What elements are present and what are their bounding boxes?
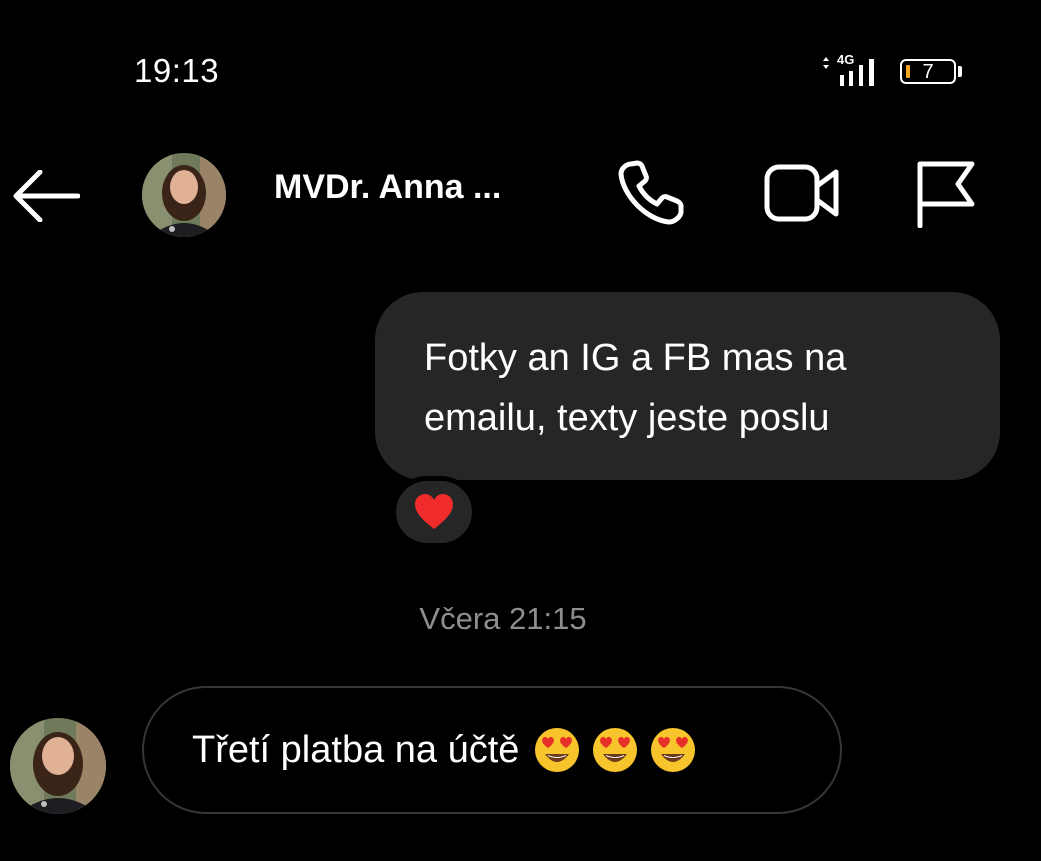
avatar-photo xyxy=(10,718,106,814)
heart-eyes-emoji-icon xyxy=(651,728,696,772)
incoming-message-text: Třetí platba na účtě xyxy=(192,728,520,771)
battery-cap xyxy=(958,66,962,77)
message-timestamp: Včera 21:15 xyxy=(419,601,587,636)
contact-name[interactable]: MVDr. Anna ... xyxy=(274,168,501,207)
status-time: 19:13 xyxy=(134,52,220,89)
heart-eyes-emoji-group xyxy=(523,726,697,774)
battery-icon: 7 xyxy=(900,59,956,84)
incoming-message-bubble[interactable]: Třetí platba na účtě xyxy=(142,686,842,814)
heart-icon xyxy=(415,494,453,529)
outgoing-message-line-2: emailu, texty jeste poslu xyxy=(424,397,830,439)
phone-icon[interactable] xyxy=(617,160,687,226)
video-camera-icon[interactable] xyxy=(764,162,840,224)
battery-percent: 7 xyxy=(922,61,934,83)
avatar-photo xyxy=(142,153,226,237)
heart-reaction-badge[interactable] xyxy=(391,476,477,548)
sender-avatar[interactable] xyxy=(10,718,106,814)
arrow-left-icon[interactable] xyxy=(12,170,80,222)
outgoing-message-line-1: Fotky an IG a FB mas na xyxy=(424,337,847,379)
heart-eyes-emoji-icon xyxy=(593,728,638,772)
signal-icon xyxy=(823,57,874,86)
outgoing-message-bubble[interactable]: Fotky an IG a FB mas na emailu, texty je… xyxy=(375,292,1000,480)
contact-avatar[interactable] xyxy=(142,153,226,237)
heart-eyes-emoji-icon xyxy=(535,728,580,772)
flag-icon[interactable] xyxy=(914,160,976,228)
